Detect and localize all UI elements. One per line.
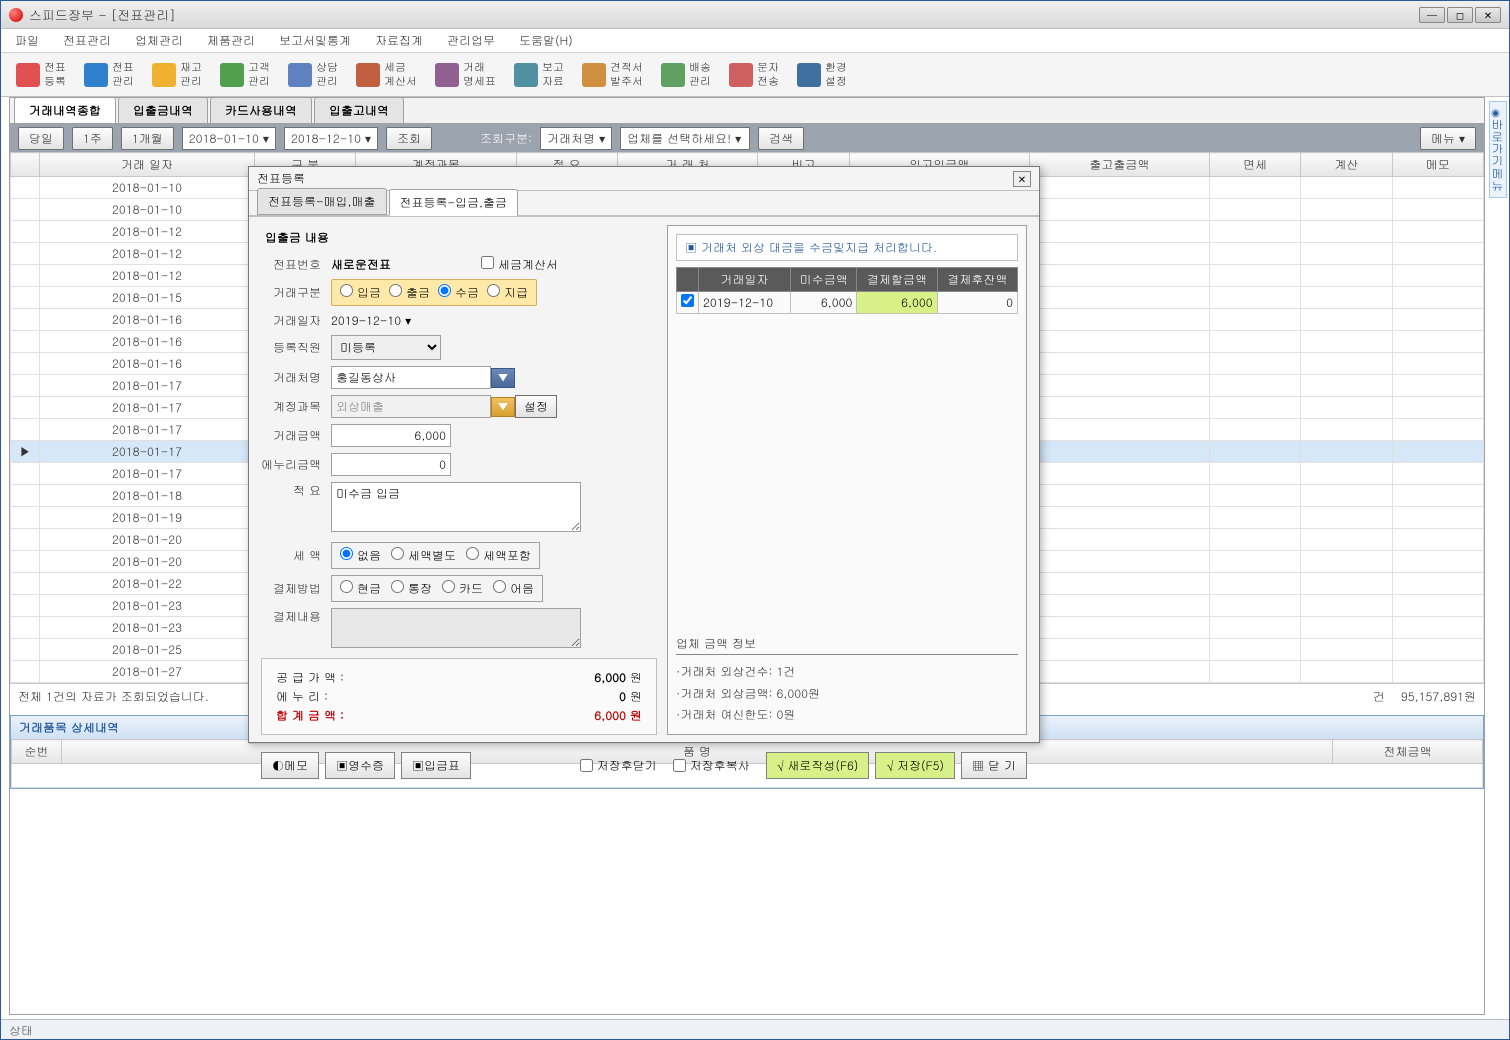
menu-관리업무[interactable]: 관리업무: [441, 30, 501, 51]
tab-입출고내역[interactable]: 입출고내역: [314, 97, 404, 123]
account-input: [331, 395, 491, 418]
company-input[interactable]: [331, 366, 491, 389]
toolbar-견적서발주서[interactable]: 견적서 발주서: [575, 56, 650, 92]
status-text: 전체 1건의 자료가 조회되었습니다.: [18, 688, 209, 705]
filter-bar: 당일 1주 1개월 2018-01-10 ▾ 2018-12-10 ▾ 조회 조…: [10, 124, 1484, 152]
tb-icon: [797, 63, 821, 87]
menu-button[interactable]: 메뉴 ▾: [1420, 127, 1476, 150]
amount-summary: 공 급 가 액 :6,000 원 에 누 리 :0 원 합 계 금 액 :6,0…: [261, 658, 657, 735]
tab-카드사용내역[interactable]: 카드사용내역: [210, 97, 312, 123]
shortcut-strip[interactable]: ◉바로가기메뉴: [1489, 101, 1507, 198]
modal-tab-0[interactable]: 전표등록-매입,매출: [257, 188, 387, 215]
voucher-modal: 전표등록 ✕ 전표등록-매입,매출전표등록-입금,출금 입출금 내용 전표번호 …: [248, 166, 1040, 743]
menu-업체관리[interactable]: 업체관리: [129, 30, 189, 51]
toolbar-보고자료[interactable]: 보고 자료: [507, 56, 571, 92]
pay-radio-group[interactable]: 현금 통장 카드 어음: [331, 575, 543, 602]
tax-radio-group[interactable]: 없음 세액별도 세액포함: [331, 542, 540, 569]
toolbar: 전표 등록전표 관리재고 관리고객 관리상담 관리세금 계산서거래 명세표보고 …: [1, 53, 1509, 97]
save-button[interactable]: √ 저장(F5): [875, 752, 955, 779]
menu-전표관리[interactable]: 전표관리: [57, 30, 117, 51]
tb-icon: [661, 63, 685, 87]
tb-icon: [729, 63, 753, 87]
tb-icon: [16, 63, 40, 87]
type-radio-group[interactable]: 입금 출금 수금 지급: [331, 279, 537, 306]
info-text: ▣ 거래처 외상 대금을 수금및지급 처리합니다.: [676, 234, 1018, 261]
minimize-button[interactable]: —: [1419, 7, 1445, 23]
amount-input[interactable]: [331, 424, 451, 447]
close-button[interactable]: ✕: [1475, 7, 1501, 23]
memo-textarea[interactable]: 미수금 입금: [331, 482, 581, 532]
company-dropdown-button[interactable]: ▼: [491, 368, 515, 388]
toolbar-환경설정[interactable]: 환경 설정: [790, 56, 854, 92]
settings-button[interactable]: 설정: [515, 395, 557, 418]
search2-button[interactable]: 검색: [758, 127, 804, 150]
toolbar-전표등록[interactable]: 전표 등록: [9, 56, 73, 92]
maximize-button[interactable]: ◻: [1447, 7, 1473, 23]
employee-select[interactable]: 미등록: [331, 335, 441, 360]
tb-icon: [220, 63, 244, 87]
menu-bar: 파일 전표관리 업체관리 제품관리 보고서및통계 자료집계 관리업무 도움말(H): [1, 29, 1509, 53]
modal-close-button[interactable]: ✕: [1013, 171, 1031, 187]
tb-icon: [514, 63, 538, 87]
toolbar-고객관리[interactable]: 고객 관리: [213, 56, 277, 92]
paydesc-textarea: [331, 608, 581, 648]
tb-icon: [84, 63, 108, 87]
tb-icon: [435, 63, 459, 87]
company-select[interactable]: 업체를 선택하세요! ▾: [620, 127, 750, 150]
filter-today-button[interactable]: 당일: [18, 127, 64, 150]
title-bar: 스피드장부 - [전표관리] — ◻ ✕: [1, 1, 1509, 29]
menu-도움말(H)[interactable]: 도움말(H): [513, 30, 579, 51]
toolbar-세금계산서[interactable]: 세금 계산서: [349, 56, 424, 92]
new-button[interactable]: √ 새로작성(F6): [766, 752, 870, 779]
date-from-input[interactable]: 2018-01-10 ▾: [182, 127, 276, 150]
memo-button[interactable]: ◐메모: [261, 752, 319, 779]
status-bar: 상태: [1, 1019, 1509, 1039]
slip-button[interactable]: ▣입금표: [401, 752, 471, 779]
section-title: 입출금 내용: [265, 229, 657, 246]
toolbar-상담관리[interactable]: 상담 관리: [281, 56, 345, 92]
modal-close-footer-button[interactable]: ▦ 닫 기: [961, 752, 1027, 779]
toolbar-배송관리[interactable]: 배송 관리: [654, 56, 718, 92]
row-checkbox[interactable]: [681, 294, 694, 307]
toolbar-문자전송[interactable]: 문자 전송: [722, 56, 786, 92]
menu-파일[interactable]: 파일: [9, 30, 45, 51]
voucher-no: 새로운전표: [331, 256, 391, 273]
company-amount-info: 업체 금액 정보 ·거래처 외상건수: 1건·거래처 외상금액: 6,000원·…: [676, 635, 1018, 726]
discount-input[interactable]: [331, 453, 451, 476]
cond-label: 조회구분:: [480, 130, 532, 147]
tab-입출금내역[interactable]: 입출금내역: [118, 97, 208, 123]
account-dropdown-button[interactable]: ▼: [491, 397, 515, 417]
toolbar-거래명세표[interactable]: 거래 명세표: [428, 56, 503, 92]
modal-title: 전표등록: [257, 170, 305, 187]
main-tab-strip: 거래내역종합입출금내역카드사용내역입출고내역: [10, 98, 1484, 124]
modal-tab-1[interactable]: 전표등록-입금,출금: [389, 189, 519, 216]
window-title: 스피드장부 - [전표관리]: [29, 5, 176, 24]
save-copy-check[interactable]: 저장후복사: [673, 757, 750, 774]
search-button[interactable]: 조회: [386, 127, 432, 150]
tb-icon: [582, 63, 606, 87]
toolbar-재고관리[interactable]: 재고 관리: [145, 56, 209, 92]
tb-icon: [288, 63, 312, 87]
trans-date-input[interactable]: 2019-12-10 ▾: [331, 312, 411, 329]
menu-자료집계[interactable]: 자료집계: [369, 30, 429, 51]
date-to-input[interactable]: 2018-12-10 ▾: [284, 127, 378, 150]
receipt-button[interactable]: ▣영수증: [325, 752, 395, 779]
save-close-check[interactable]: 저장후닫기: [580, 757, 657, 774]
filter-month-button[interactable]: 1개월: [121, 127, 174, 150]
menu-보고서및통계[interactable]: 보고서및통계: [273, 30, 357, 51]
toolbar-전표관리[interactable]: 전표 관리: [77, 56, 141, 92]
settlement-grid[interactable]: 거래일자 미수금액 결제할금액 결제후잔액 2019-12-10 6,000 6…: [676, 267, 1018, 314]
cond-select[interactable]: 거래처명 ▾: [540, 127, 612, 150]
tab-거래내역종합[interactable]: 거래내역종합: [14, 97, 116, 123]
tb-icon: [356, 63, 380, 87]
tax-invoice-check[interactable]: 세금계산서: [481, 256, 558, 273]
app-icon: [9, 8, 23, 22]
settlement-row[interactable]: 2019-12-10 6,000 6,000 0: [677, 292, 1018, 314]
menu-제품관리[interactable]: 제품관리: [201, 30, 261, 51]
tb-icon: [152, 63, 176, 87]
filter-week-button[interactable]: 1주: [72, 127, 113, 150]
